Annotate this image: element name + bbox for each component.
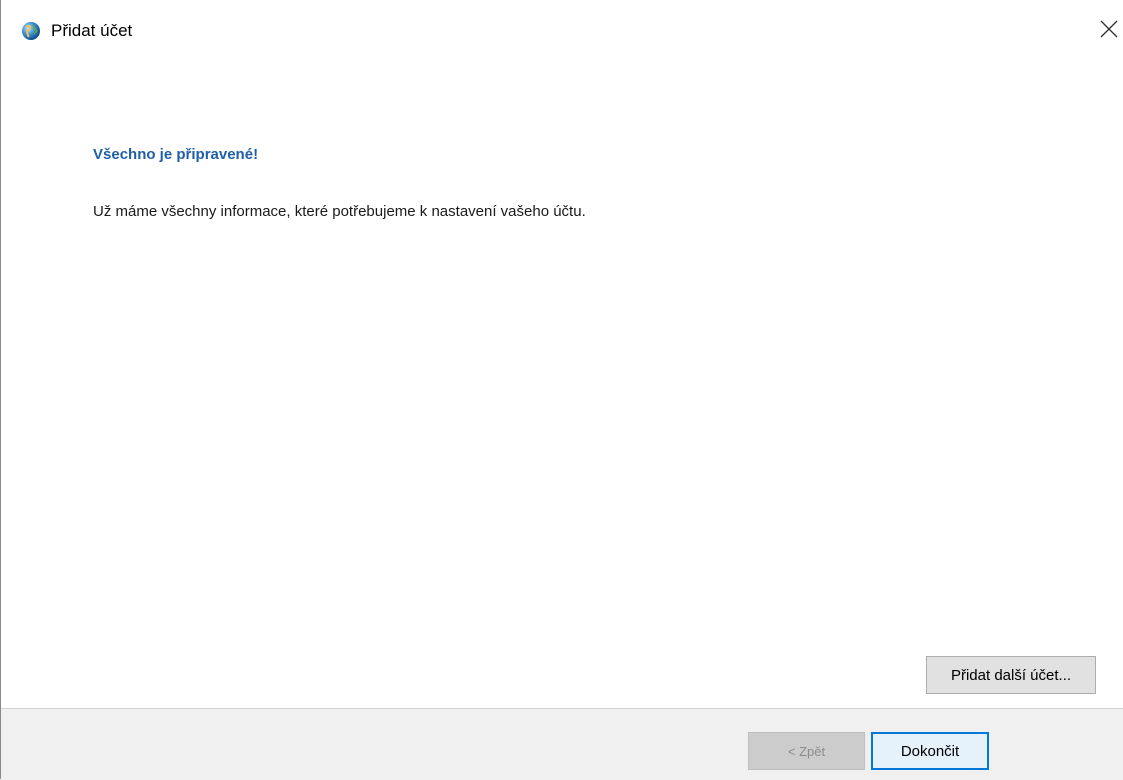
dialog-content: Všechno je připravené! Už máme všechny i… [1,58,1123,708]
add-account-dialog: Přidat účet Všechno je připravené! Už má… [0,0,1123,780]
close-icon[interactable] [1094,14,1123,44]
window-title: Přidat účet [51,21,133,40]
ready-heading: Všechno je připravené! [93,146,259,163]
outlook-globe-icon [21,21,41,41]
back-button[interactable]: < Zpět [748,732,865,770]
finish-button[interactable]: Dokončit [871,732,989,770]
add-another-account-button[interactable]: Přidat další účet... [926,656,1096,694]
ready-description: Už máme všechny informace, které potřebu… [93,203,586,220]
title-bar: Přidat účet [1,0,1123,58]
dialog-footer: < Zpět Dokončit [1,708,1123,780]
